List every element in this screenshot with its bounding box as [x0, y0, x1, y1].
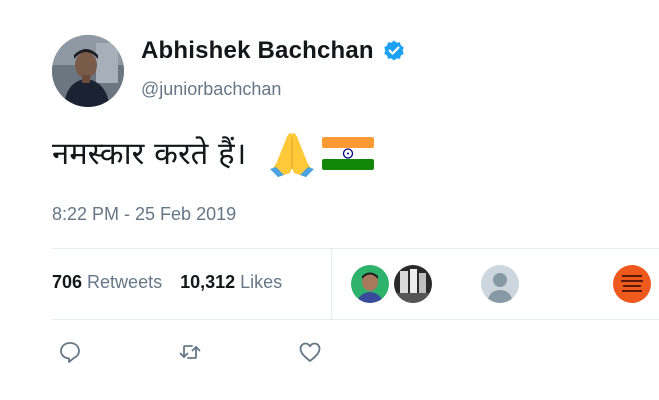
liker-avatar-3[interactable]: [481, 265, 519, 303]
liker-avatar-1[interactable]: [351, 265, 389, 303]
like-icon[interactable]: [296, 338, 324, 366]
likes-stat[interactable]: 10,312 Likes: [180, 272, 282, 293]
liker-avatar-2[interactable]: [394, 265, 432, 303]
tweet-card: Abhishek Bachchan @juniorbachchan नमस्का…: [0, 0, 659, 400]
author-display-name[interactable]: Abhishek Bachchan: [141, 37, 374, 65]
india-flag-icon: [320, 125, 376, 181]
stats-bottom-divider: [52, 319, 659, 320]
verified-badge-icon: [382, 39, 406, 63]
author-name-row[interactable]: Abhishek Bachchan: [141, 37, 406, 65]
likes-count: 10,312: [180, 272, 236, 292]
author-avatar[interactable]: [52, 35, 124, 107]
user-avatar-icon: [52, 35, 124, 107]
stats-top-divider: [52, 248, 659, 249]
tweet-timestamp[interactable]: 8:22 PM - 25 Feb 2019: [52, 204, 236, 225]
tweet-stats: 706 Retweets 10,312 Likes: [52, 272, 282, 293]
tweet-body-text: नमस्कार करते हैं।: [52, 136, 247, 172]
tweet-text: नमस्कार करते हैं।: [52, 125, 376, 181]
retweet-icon[interactable]: [176, 338, 204, 366]
liker-avatar-4[interactable]: [613, 265, 651, 303]
author-handle[interactable]: @juniorbachchan: [141, 79, 281, 100]
stats-separator: [331, 249, 332, 319]
retweets-stat[interactable]: 706 Retweets: [52, 272, 162, 293]
reply-icon[interactable]: [56, 338, 84, 366]
retweets-label: Retweets: [87, 272, 163, 292]
retweets-count: 706: [52, 272, 83, 292]
likes-label: Likes: [240, 272, 283, 292]
folded-hands-icon: [264, 125, 320, 181]
